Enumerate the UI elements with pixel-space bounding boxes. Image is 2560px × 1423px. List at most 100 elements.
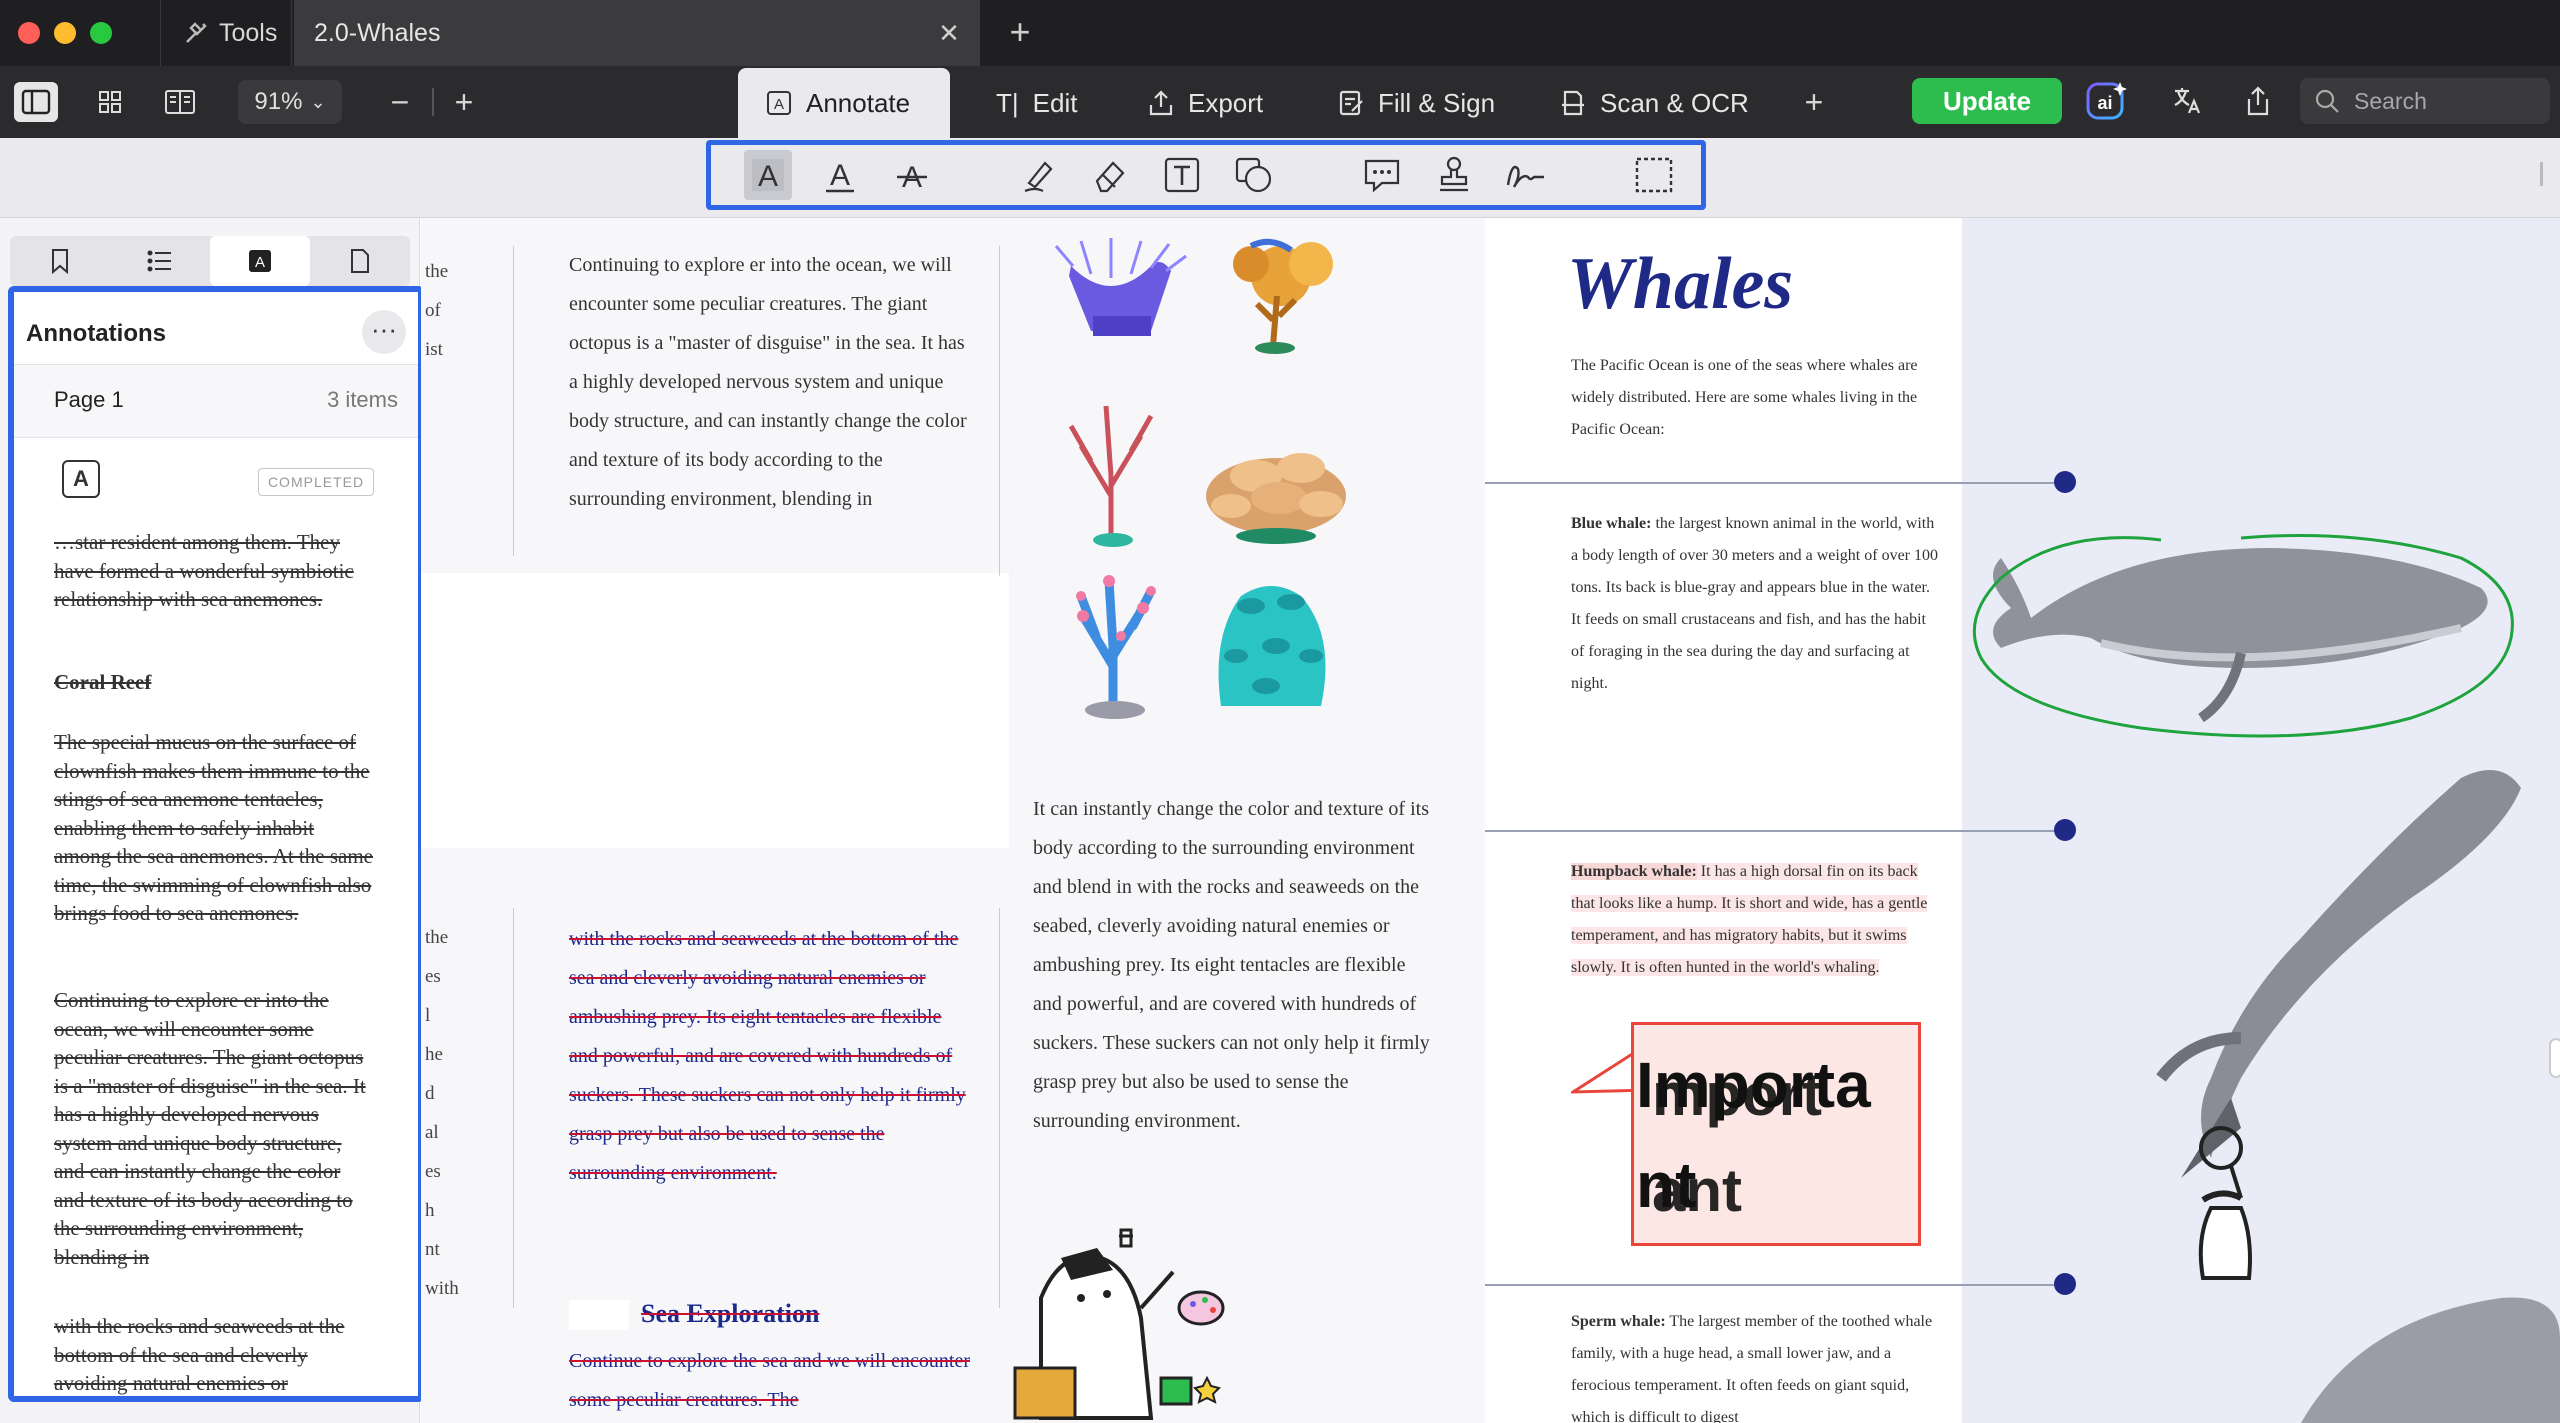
column-rule bbox=[999, 246, 1000, 576]
mode-edit[interactable]: T| Edit bbox=[968, 68, 1105, 138]
tab-document-label: 2.0-Whales bbox=[314, 18, 441, 47]
red-coral-icon bbox=[1068, 405, 1154, 547]
annotations-title: Annotations bbox=[26, 320, 166, 347]
underline-tool[interactable]: A bbox=[816, 150, 864, 200]
coral-illustrations bbox=[1054, 238, 1346, 719]
more-options-icon[interactable]: ··· bbox=[362, 310, 406, 354]
section-heading: Sea Exploration bbox=[641, 1299, 820, 1328]
mode-fill-sign[interactable]: Fill & Sign bbox=[1310, 68, 1523, 138]
svg-text:A: A bbox=[774, 96, 784, 113]
mode-export-label: Export bbox=[1188, 87, 1264, 118]
document-viewport[interactable]: the of ist the es l he d al es h nt with Continuing… bbox=[421, 218, 2560, 1423]
zoom-out-button[interactable]: − bbox=[382, 84, 418, 120]
new-tab-button[interactable]: + bbox=[1004, 14, 1036, 50]
svg-text:ai: ai bbox=[2097, 93, 2112, 113]
tab-annotations[interactable]: A bbox=[210, 236, 310, 286]
mushroom-coral-icon bbox=[1206, 453, 1346, 544]
struck-paragraph: with the rocks and seaweeds at the botto… bbox=[569, 928, 966, 1184]
eraser-tool[interactable] bbox=[1086, 150, 1134, 200]
zoom-dropdown[interactable]: 91% ⌄ bbox=[238, 80, 342, 124]
fill-sign-icon bbox=[1339, 90, 1363, 116]
thumbnail-view-button[interactable] bbox=[92, 82, 128, 122]
text-annotation-icon: A bbox=[62, 460, 100, 498]
highlight-tool[interactable]: A bbox=[744, 150, 792, 200]
annotate-icon: A bbox=[767, 91, 791, 115]
search-input[interactable]: Search bbox=[2300, 78, 2550, 124]
translate-button[interactable] bbox=[2166, 80, 2208, 122]
tube-coral-icon bbox=[1218, 586, 1326, 706]
zoom-in-button[interactable]: + bbox=[446, 84, 482, 120]
svg-text:A: A bbox=[758, 160, 778, 193]
text-box-icon bbox=[1164, 157, 1200, 193]
column-rule bbox=[999, 908, 1000, 1308]
body-paragraph: It can instantly change the color and te… bbox=[1033, 798, 1430, 1132]
tools-icon bbox=[186, 22, 207, 43]
reading-mode-button[interactable] bbox=[160, 82, 200, 122]
add-tool-button[interactable]: + bbox=[1796, 84, 1832, 120]
shape-tool[interactable] bbox=[1230, 150, 1278, 200]
chevron-down-icon: ⌄ bbox=[310, 91, 326, 112]
signature-tool[interactable] bbox=[1502, 150, 1550, 200]
area-select-tool[interactable] bbox=[1630, 150, 1678, 200]
minimize-window-button[interactable] bbox=[54, 22, 76, 44]
list-icon bbox=[147, 250, 171, 272]
stamp-tool[interactable] bbox=[1430, 150, 1478, 200]
comment-icon bbox=[1364, 159, 1400, 193]
tab-tools[interactable]: Tools bbox=[160, 0, 292, 66]
signature-icon bbox=[1506, 165, 1544, 188]
share-button[interactable] bbox=[2238, 80, 2278, 122]
grid-icon bbox=[99, 91, 121, 113]
mode-scan-ocr[interactable]: Scan & OCR bbox=[1532, 68, 1777, 138]
edit-text-icon: T| bbox=[996, 87, 1019, 118]
svg-text:A: A bbox=[255, 254, 265, 271]
tab-bookmarks[interactable] bbox=[10, 236, 110, 286]
mode-annotate-label: Annotate bbox=[806, 87, 911, 118]
annotations-panel: Annotations ··· Page 1 3 items A COMPLET… bbox=[8, 286, 424, 1402]
annotation-icon: A bbox=[249, 250, 271, 272]
close-tab-icon[interactable]: ✕ bbox=[934, 18, 964, 48]
pen-icon bbox=[1024, 161, 1053, 193]
pink-coral-icon bbox=[1076, 575, 1156, 719]
tab-document[interactable]: 2.0-Whales ✕ bbox=[294, 0, 980, 66]
export-icon bbox=[1149, 90, 1173, 116]
column-rule bbox=[513, 246, 514, 556]
tab-tools-label: Tools bbox=[219, 18, 278, 47]
translate-icon bbox=[2174, 88, 2201, 114]
strikethrough-tool[interactable]: A bbox=[888, 150, 936, 200]
callout-annotation[interactable]: Importa nt mport ant bbox=[1631, 1022, 1921, 1246]
zoom-window-button[interactable] bbox=[90, 22, 112, 44]
ai-icon: ai bbox=[2086, 82, 2127, 120]
tree-coral-icon bbox=[1233, 238, 1333, 354]
annotation-text[interactable]: with the rocks and seaweeds at the botto… bbox=[54, 1312, 374, 1396]
annotation-text[interactable]: Coral Reef bbox=[54, 668, 374, 697]
column-rule bbox=[513, 908, 514, 1308]
comment-tool[interactable] bbox=[1358, 150, 1406, 200]
text-box-tool[interactable] bbox=[1158, 150, 1206, 200]
update-button[interactable]: Update bbox=[1912, 78, 2062, 124]
sea-anemone-icon bbox=[1054, 238, 1187, 336]
book-icon bbox=[165, 90, 195, 114]
toolbar-drag-handle[interactable] bbox=[2540, 162, 2543, 186]
humpback-whale-paragraph: Humpback whale: It has a high dorsal fin… bbox=[1571, 856, 1937, 984]
tab-pages[interactable] bbox=[310, 236, 410, 286]
underline-icon: A bbox=[826, 159, 854, 193]
annotation-text[interactable]: Continuing to explore er into the ocean,… bbox=[54, 986, 374, 1271]
annotation-text[interactable]: …star resident among them. They have for… bbox=[54, 528, 374, 614]
zoom-divider bbox=[432, 88, 434, 116]
annotation-text[interactable]: The special mucus on the surface of clow… bbox=[54, 728, 374, 928]
close-window-button[interactable] bbox=[18, 22, 40, 44]
page-group-header[interactable]: Page 1 3 items bbox=[14, 364, 418, 438]
page-blank-area bbox=[421, 573, 1009, 848]
page-label: Page 1 bbox=[54, 387, 124, 412]
pencil-tool[interactable] bbox=[1016, 150, 1064, 200]
mode-export[interactable]: Export bbox=[1120, 68, 1291, 138]
sidebar-toggle-button[interactable] bbox=[14, 82, 58, 122]
mode-fill-sign-label: Fill & Sign bbox=[1378, 87, 1496, 118]
items-count: 3 items bbox=[327, 387, 398, 412]
page-scroll-handle[interactable] bbox=[2549, 1038, 2560, 1078]
ai-assistant-button[interactable]: ai bbox=[2084, 78, 2130, 124]
search-icon bbox=[2315, 89, 2339, 113]
mode-annotate[interactable]: A Annotate bbox=[738, 68, 950, 138]
whales-intro: The Pacific Ocean is one of the seas whe… bbox=[1571, 357, 1918, 438]
tab-outline[interactable] bbox=[110, 236, 210, 286]
